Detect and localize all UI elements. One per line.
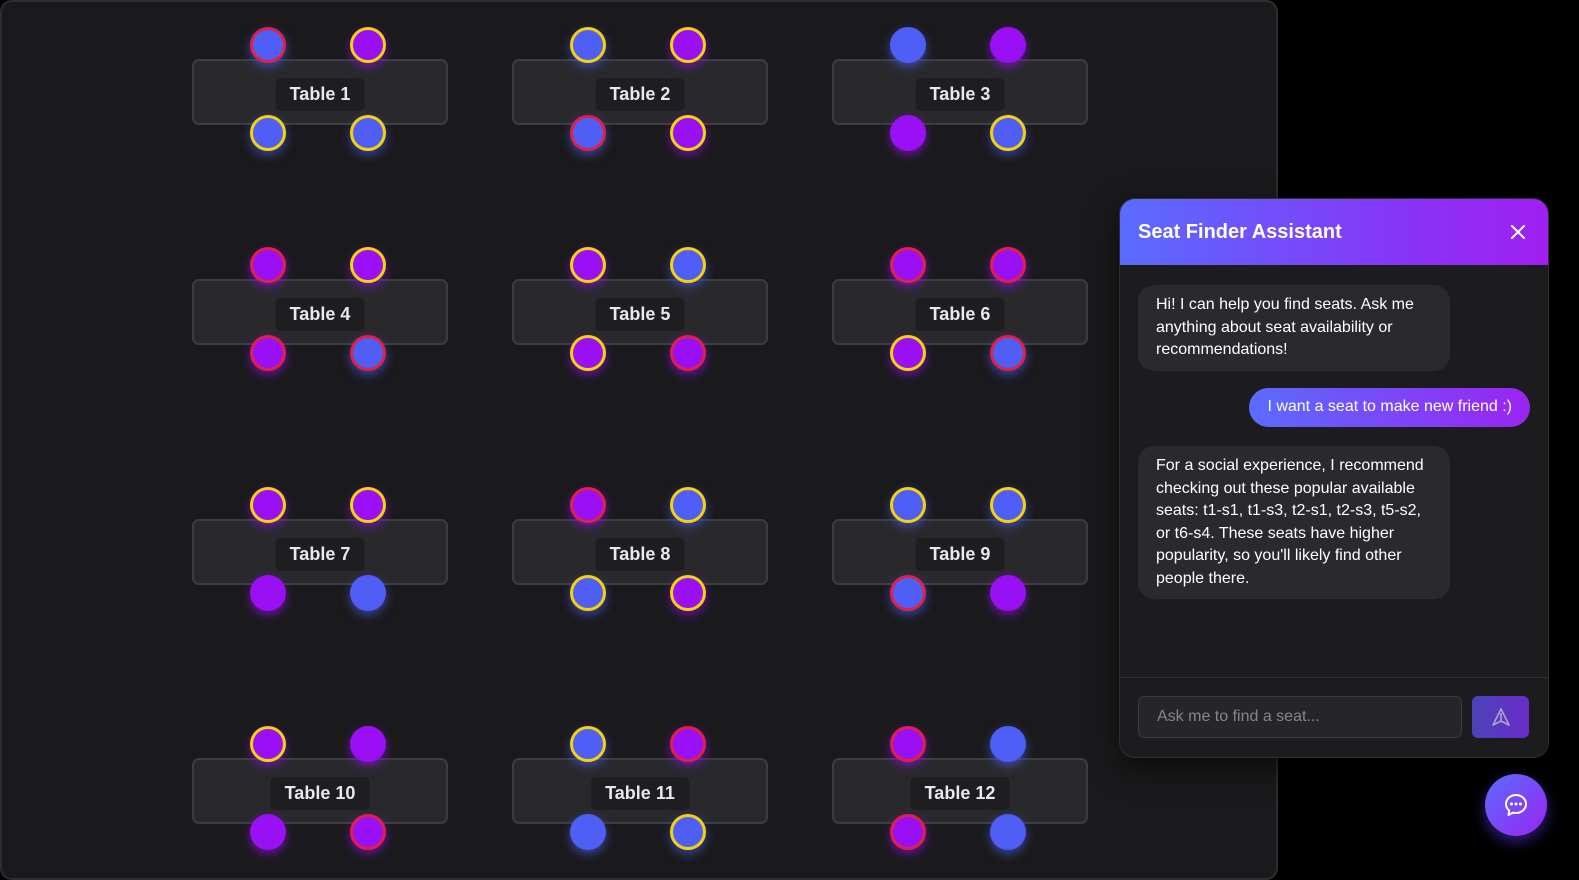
seat[interactable] bbox=[250, 27, 286, 63]
seat[interactable] bbox=[250, 115, 286, 151]
seat[interactable] bbox=[350, 115, 386, 151]
table-label: Table 9 bbox=[915, 538, 1005, 571]
message-list: Hi! I can help you find seats. Ask me an… bbox=[1120, 265, 1548, 677]
seat[interactable] bbox=[990, 487, 1026, 523]
table-label: Table 3 bbox=[915, 78, 1005, 111]
seat[interactable] bbox=[990, 575, 1026, 611]
seat[interactable] bbox=[350, 335, 386, 371]
seat[interactable] bbox=[350, 487, 386, 523]
table-group-1: Table 1 bbox=[192, 27, 448, 155]
table-label: Table 11 bbox=[591, 777, 689, 810]
table-group-3: Table 3 bbox=[832, 27, 1088, 155]
table-label: Table 5 bbox=[595, 298, 685, 331]
seating-floor: Table 1 Table 2 Table 3 Table 4 Table 5 bbox=[0, 0, 1278, 880]
table-group-2: Table 2 bbox=[512, 27, 768, 155]
seat[interactable] bbox=[890, 115, 926, 151]
chat-title: Seat Finder Assistant bbox=[1138, 220, 1342, 243]
seat-finder-chat-panel: Seat Finder Assistant Hi! I can help you… bbox=[1119, 198, 1549, 758]
seat[interactable] bbox=[570, 814, 606, 850]
seat[interactable] bbox=[990, 335, 1026, 371]
chat-bubble-icon bbox=[1505, 794, 1527, 816]
seat[interactable] bbox=[250, 335, 286, 371]
seat[interactable] bbox=[570, 726, 606, 762]
seat[interactable] bbox=[670, 115, 706, 151]
seat[interactable] bbox=[250, 814, 286, 850]
table-group-8: Table 8 bbox=[512, 487, 768, 615]
table-label: Table 10 bbox=[270, 777, 370, 810]
seat[interactable] bbox=[670, 726, 706, 762]
bot-message: For a social experience, I recommend che… bbox=[1138, 446, 1450, 599]
table-group-10: Table 10 bbox=[192, 726, 448, 854]
seat[interactable] bbox=[350, 814, 386, 850]
send-button[interactable] bbox=[1472, 696, 1529, 738]
seat[interactable] bbox=[570, 27, 606, 63]
seat[interactable] bbox=[350, 726, 386, 762]
seat[interactable] bbox=[570, 115, 606, 151]
seat[interactable] bbox=[250, 487, 286, 523]
table-label: Table 4 bbox=[275, 298, 365, 331]
table-group-11: Table 11 bbox=[512, 726, 768, 854]
table-group-6: Table 6 bbox=[832, 247, 1088, 375]
close-icon bbox=[1511, 225, 1525, 239]
seat[interactable] bbox=[250, 726, 286, 762]
table-label: Table 7 bbox=[275, 538, 365, 571]
seat[interactable] bbox=[670, 335, 706, 371]
table-label: Table 12 bbox=[910, 777, 1010, 810]
seat[interactable] bbox=[890, 27, 926, 63]
table-group-7: Table 7 bbox=[192, 487, 448, 615]
seat[interactable] bbox=[890, 335, 926, 371]
seat[interactable] bbox=[570, 247, 606, 283]
seat[interactable] bbox=[990, 726, 1026, 762]
seat[interactable] bbox=[890, 487, 926, 523]
seat[interactable] bbox=[570, 487, 606, 523]
seat[interactable] bbox=[670, 575, 706, 611]
table-label: Table 2 bbox=[595, 78, 685, 111]
seat[interactable] bbox=[350, 575, 386, 611]
seat[interactable] bbox=[670, 814, 706, 850]
chat-input[interactable] bbox=[1138, 696, 1462, 738]
table-group-5: Table 5 bbox=[512, 247, 768, 375]
chat-header: Seat Finder Assistant bbox=[1120, 199, 1548, 265]
close-button[interactable] bbox=[1506, 220, 1530, 244]
table-group-9: Table 9 bbox=[832, 487, 1088, 615]
seat[interactable] bbox=[250, 575, 286, 611]
chat-toggle-button[interactable] bbox=[1485, 774, 1547, 836]
user-message: I want a seat to make new friend :) bbox=[1249, 388, 1530, 427]
table-label: Table 1 bbox=[275, 78, 365, 111]
seat[interactable] bbox=[890, 726, 926, 762]
table-label: Table 8 bbox=[595, 538, 685, 571]
seat[interactable] bbox=[890, 247, 926, 283]
seat[interactable] bbox=[890, 575, 926, 611]
table-group-4: Table 4 bbox=[192, 247, 448, 375]
seat[interactable] bbox=[670, 487, 706, 523]
seat[interactable] bbox=[350, 247, 386, 283]
seat[interactable] bbox=[670, 27, 706, 63]
bot-message: Hi! I can help you find seats. Ask me an… bbox=[1138, 285, 1450, 371]
send-icon bbox=[1491, 708, 1510, 726]
seat[interactable] bbox=[570, 335, 606, 371]
chat-input-bar bbox=[1120, 677, 1548, 757]
seat[interactable] bbox=[890, 814, 926, 850]
seat[interactable] bbox=[990, 27, 1026, 63]
seat[interactable] bbox=[990, 115, 1026, 151]
table-label: Table 6 bbox=[915, 298, 1005, 331]
seat[interactable] bbox=[570, 575, 606, 611]
seat[interactable] bbox=[670, 247, 706, 283]
table-group-12: Table 12 bbox=[832, 726, 1088, 854]
seat[interactable] bbox=[990, 814, 1026, 850]
seat[interactable] bbox=[250, 247, 286, 283]
seat[interactable] bbox=[990, 247, 1026, 283]
seat[interactable] bbox=[350, 27, 386, 63]
